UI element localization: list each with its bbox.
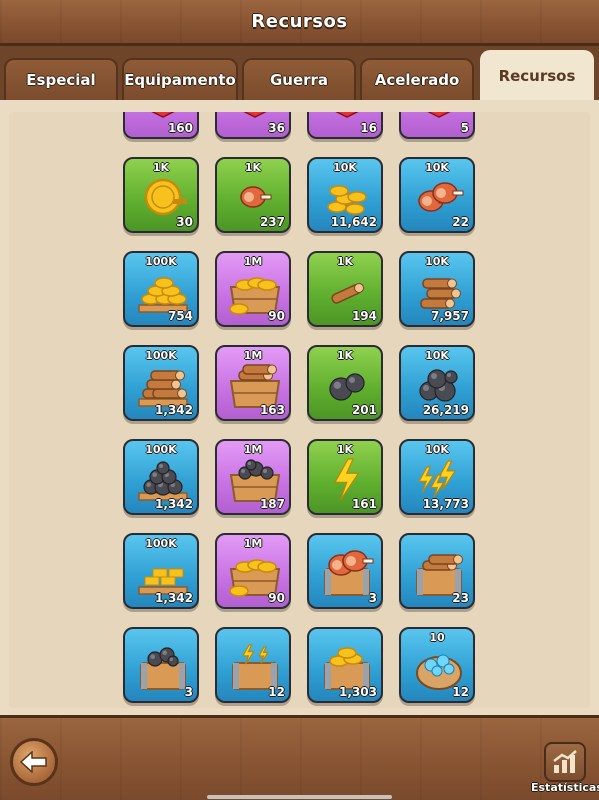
- item-amount-label: 10K: [425, 161, 449, 174]
- resource-item[interactable]: 1K 30: [123, 157, 199, 233]
- item-amount-label: 100K: [145, 255, 177, 268]
- item-count: 7,957: [431, 309, 469, 323]
- item-amount-label: 1K: [336, 443, 354, 456]
- item-count: 22: [452, 215, 469, 229]
- item-count: 237: [259, 215, 285, 229]
- resource-item[interactable]: 5: [399, 112, 475, 139]
- item-count: 5: [460, 121, 469, 135]
- back-button[interactable]: [10, 738, 58, 786]
- item-count: 1,303: [339, 685, 377, 699]
- resource-item[interactable]: 1K 237: [215, 157, 291, 233]
- tab-bar: Especial Equipamento Guerra Acelerado Re…: [0, 46, 599, 100]
- item-amount-label: 100K: [145, 443, 177, 456]
- item-amount-label: 100K: [145, 349, 177, 362]
- statistics-button[interactable]: [544, 742, 586, 782]
- resource-item[interactable]: 36: [215, 112, 291, 139]
- item-count: 26,219: [422, 403, 469, 417]
- resource-item[interactable]: 3: [307, 533, 383, 609]
- item-count: 161: [351, 497, 377, 511]
- tab-acelerado[interactable]: Acelerado: [360, 58, 474, 100]
- item-count: 11,642: [330, 215, 377, 229]
- item-amount-label: 100K: [145, 537, 177, 550]
- resource-item[interactable]: 10K 11,642: [307, 157, 383, 233]
- resource-item[interactable]: 16: [307, 112, 383, 139]
- item-amount-label: 1K: [336, 349, 354, 362]
- item-amount-label: 1M: [243, 349, 263, 362]
- resource-item[interactable]: 1M 90: [215, 251, 291, 327]
- item-count: 36: [268, 121, 285, 135]
- content-panel: 160 36 16 5 1K 30 1K 237 10K 11,642 10K 22 100K 754 1M…: [0, 100, 599, 715]
- resource-item[interactable]: 10 12: [399, 627, 475, 703]
- back-arrow-icon: [20, 751, 47, 773]
- item-amount-label: 10K: [425, 443, 449, 456]
- resource-item[interactable]: 1K 161: [307, 439, 383, 515]
- chart-icon: [553, 750, 577, 773]
- item-amount-label: 1M: [243, 537, 263, 550]
- item-amount-label: 10K: [425, 349, 449, 362]
- item-amount-label: 1M: [243, 443, 263, 456]
- item-amount-label: 1K: [152, 161, 170, 174]
- item-count: 160: [167, 121, 193, 135]
- item-amount-label: 1K: [336, 255, 354, 268]
- page-title: Recursos: [251, 11, 348, 32]
- item-count: 187: [259, 497, 285, 511]
- statistics-label: Estatísticas: [531, 781, 599, 794]
- item-scroll-area[interactable]: 160 36 16 5 1K 30 1K 237 10K 11,642 10K 22 100K 754 1M…: [9, 112, 590, 708]
- item-amount-label: 1K: [244, 161, 262, 174]
- footer-bar: Estatísticas: [0, 715, 599, 800]
- item-count: 30: [176, 215, 193, 229]
- item-count: 754: [167, 309, 193, 323]
- item-amount-label: 1M: [243, 255, 263, 268]
- resource-item[interactable]: 10K 7,957: [399, 251, 475, 327]
- resource-item[interactable]: 100K 1,342: [123, 439, 199, 515]
- resource-item[interactable]: 1M 90: [215, 533, 291, 609]
- resource-item[interactable]: 1M 187: [215, 439, 291, 515]
- item-count: 1,342: [155, 497, 193, 511]
- item-count: 16: [360, 121, 377, 135]
- resource-item[interactable]: 3: [123, 627, 199, 703]
- item-count: 201: [351, 403, 377, 417]
- resource-item[interactable]: 10K 26,219: [399, 345, 475, 421]
- resource-item[interactable]: 100K 1,342: [123, 533, 199, 609]
- item-count: 12: [452, 685, 469, 699]
- resource-item[interactable]: 12: [215, 627, 291, 703]
- resource-item[interactable]: 1K 194: [307, 251, 383, 327]
- home-indicator: [207, 795, 392, 799]
- item-count: 3: [368, 591, 377, 605]
- item-count: 1,342: [155, 591, 193, 605]
- resource-item[interactable]: 1M 163: [215, 345, 291, 421]
- resource-item[interactable]: 10K 13,773: [399, 439, 475, 515]
- resource-item[interactable]: 100K 1,342: [123, 345, 199, 421]
- tab-especial[interactable]: Especial: [4, 58, 118, 100]
- item-count: 194: [351, 309, 377, 323]
- item-count: 163: [259, 403, 285, 417]
- item-amount-label: 10K: [425, 255, 449, 268]
- item-count: 23: [452, 591, 469, 605]
- tab-equipamento[interactable]: Equipamento: [122, 58, 238, 100]
- resource-item[interactable]: 100K 754: [123, 251, 199, 327]
- item-count: 3: [184, 685, 193, 699]
- resource-item[interactable]: 1,303: [307, 627, 383, 703]
- item-grid: 160 36 16 5 1K 30 1K 237 10K 11,642 10K 22 100K 754 1M…: [123, 112, 475, 703]
- resource-item[interactable]: 23: [399, 533, 475, 609]
- item-count: 12: [268, 685, 285, 699]
- item-count: 1,342: [155, 403, 193, 417]
- resource-item[interactable]: 160: [123, 112, 199, 139]
- item-count: 90: [268, 591, 285, 605]
- tab-guerra[interactable]: Guerra: [242, 58, 356, 100]
- item-amount-label: 10: [429, 631, 445, 644]
- resource-item[interactable]: 1K 201: [307, 345, 383, 421]
- item-amount-label: 10K: [333, 161, 357, 174]
- tab-recursos[interactable]: Recursos: [480, 50, 594, 100]
- resource-item[interactable]: 10K 22: [399, 157, 475, 233]
- header-bar: Recursos: [0, 0, 599, 46]
- item-count: 90: [268, 309, 285, 323]
- item-count: 13,773: [422, 497, 469, 511]
